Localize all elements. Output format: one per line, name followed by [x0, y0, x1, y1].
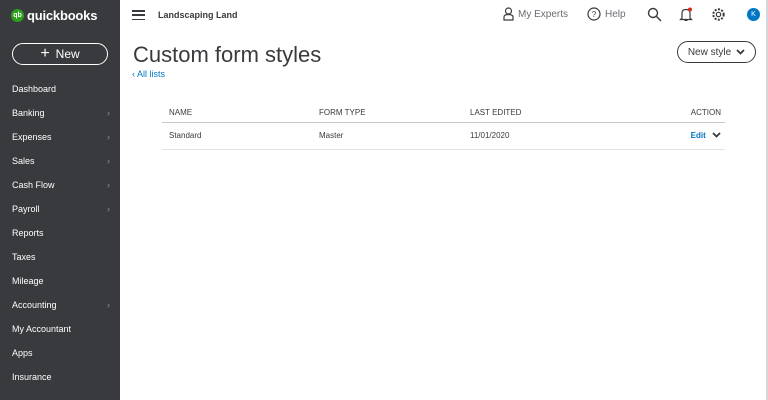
- help-icon: ?: [587, 7, 601, 21]
- help-label: Help: [605, 8, 626, 20]
- sidebar-item-insurance[interactable]: Insurance: [0, 365, 120, 389]
- cell-name: Standard: [162, 122, 312, 150]
- new-button[interactable]: + New: [12, 43, 108, 65]
- sidebar-item-label: Accounting: [12, 300, 57, 310]
- sidebar-item-label: My Accountant: [12, 324, 72, 334]
- table-row: Standard Master 11/01/2020 Edit: [162, 122, 725, 150]
- user-avatar[interactable]: K: [747, 8, 760, 21]
- sidebar-item-expenses[interactable]: Expenses ›: [0, 125, 120, 149]
- sidebar-item-banking[interactable]: Banking ›: [0, 101, 120, 125]
- new-style-button[interactable]: New style: [677, 41, 756, 63]
- my-experts-button[interactable]: My Experts: [503, 7, 568, 21]
- settings-gear-icon[interactable]: [711, 7, 726, 22]
- col-form-type[interactable]: FORM TYPE: [312, 104, 463, 123]
- sidebar-item-apps[interactable]: Apps: [0, 341, 120, 365]
- sidebar: qb quickbooks + New Dashboard Banking › Exp…: [0, 0, 120, 400]
- top-bar: Landscaping Land My Experts ? Help K: [120, 0, 768, 30]
- svg-text:?: ?: [592, 10, 597, 19]
- chevron-right-icon: ›: [107, 108, 110, 118]
- page-title: Custom form styles: [133, 42, 322, 67]
- sidebar-item-sales[interactable]: Sales ›: [0, 149, 120, 173]
- col-name[interactable]: NAME: [162, 104, 312, 123]
- sidebar-item-label: Sales: [12, 156, 35, 166]
- sidebar-item-label: Mileage: [12, 276, 44, 286]
- sidebar-item-my-accountant[interactable]: My Accountant: [0, 317, 120, 341]
- sidebar-item-label: Banking: [12, 108, 45, 118]
- sidebar-item-label: Taxes: [12, 252, 36, 262]
- sidebar-item-label: Expenses: [12, 132, 52, 142]
- form-styles-table: NAME FORM TYPE LAST EDITED ACTION Standa…: [162, 104, 725, 150]
- sidebar-item-label: Apps: [12, 348, 33, 358]
- quickbooks-logo[interactable]: qb quickbooks: [11, 8, 97, 23]
- search-icon[interactable]: [647, 7, 662, 22]
- notifications-bell-icon[interactable]: [679, 7, 693, 22]
- action-chevron-down-icon[interactable]: [712, 132, 721, 138]
- chevron-right-icon: ›: [107, 180, 110, 190]
- sidebar-nav: Dashboard Banking › Expenses › Sales › Cash Flo…: [0, 77, 120, 389]
- expert-person-icon: [503, 7, 514, 21]
- sidebar-item-label: Cash Flow: [12, 180, 55, 190]
- logo-text: quickbooks: [27, 8, 98, 23]
- cell-form-type: Master: [312, 122, 463, 150]
- chevron-right-icon: ›: [107, 204, 110, 214]
- cell-last-edited: 11/01/2020: [463, 122, 617, 150]
- edit-link[interactable]: Edit: [691, 131, 706, 140]
- all-lists-link[interactable]: ‹ All lists: [132, 69, 165, 79]
- all-lists-label: All lists: [137, 69, 166, 79]
- sidebar-item-cash-flow[interactable]: Cash Flow ›: [0, 173, 120, 197]
- sidebar-item-label: Reports: [12, 228, 44, 238]
- help-button[interactable]: ? Help: [587, 7, 626, 21]
- hamburger-menu-icon[interactable]: [132, 10, 145, 20]
- chevron-down-icon: [736, 49, 745, 55]
- sidebar-item-label: Dashboard: [12, 84, 57, 94]
- qb-logo-icon: qb: [11, 9, 24, 22]
- sidebar-item-mileage[interactable]: Mileage: [0, 269, 120, 293]
- sidebar-item-dashboard[interactable]: Dashboard: [0, 77, 120, 101]
- chevron-right-icon: ›: [107, 156, 110, 166]
- chevron-right-icon: ›: [107, 132, 110, 142]
- my-experts-label: My Experts: [518, 8, 569, 20]
- plus-icon: +: [40, 45, 50, 62]
- sidebar-item-label: Insurance: [12, 372, 52, 382]
- sidebar-item-payroll[interactable]: Payroll ›: [0, 197, 120, 221]
- new-label: New: [55, 47, 80, 61]
- cell-action: Edit: [616, 122, 725, 150]
- company-name: Landscaping Land: [158, 10, 238, 20]
- chevron-right-icon: ›: [107, 300, 110, 310]
- col-last-edited[interactable]: LAST EDITED: [463, 104, 617, 123]
- sidebar-item-taxes[interactable]: Taxes: [0, 245, 120, 269]
- sidebar-item-reports[interactable]: Reports: [0, 221, 120, 245]
- sidebar-item-label: Payroll: [12, 204, 40, 214]
- col-action: ACTION: [616, 104, 725, 123]
- new-style-label: New style: [687, 46, 732, 58]
- sidebar-item-accounting[interactable]: Accounting ›: [0, 293, 120, 317]
